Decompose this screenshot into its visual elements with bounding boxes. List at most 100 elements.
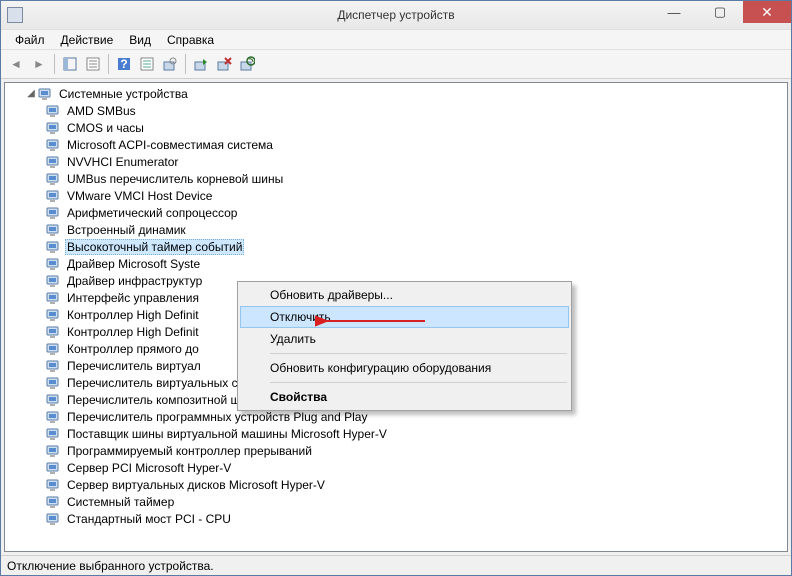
context-menu: Обновить драйверы...ОтключитьУдалить Обно… (237, 281, 572, 411)
tree-icon (62, 56, 78, 72)
status-text: Отключение выбранного устройства. (7, 559, 214, 573)
tree-device-row[interactable]: NVVHCI Enumerator (25, 153, 787, 170)
device-icon (46, 342, 62, 356)
tree-label: Драйвер Microsoft Syste (65, 257, 202, 271)
uninstall-button[interactable] (236, 53, 258, 75)
tree-label: Контроллер High Definit (65, 308, 201, 322)
device-icon (46, 325, 62, 339)
menu-action[interactable]: Действие (53, 31, 122, 49)
tree-label: Поставщик шины виртуальной машины Micros… (65, 427, 389, 441)
tree-category-row[interactable]: ◢Системные устройства (25, 85, 787, 102)
device-icon (46, 138, 62, 152)
device-icon (46, 240, 62, 254)
tree-device-row[interactable]: Драйвер Microsoft Syste (25, 255, 787, 272)
tree-label: CMOS и часы (65, 121, 146, 135)
context-menu-separator (270, 382, 567, 383)
device-icon (46, 393, 62, 407)
close-button[interactable]: ✕ (743, 1, 791, 23)
device-icon (46, 410, 62, 424)
tree-device-row[interactable]: VMware VMCI Host Device (25, 187, 787, 204)
context-menu-item[interactable]: Отключить (240, 306, 569, 328)
device-icon (46, 155, 62, 169)
tree-device-row[interactable]: Поставщик шины виртуальной машины Micros… (25, 425, 787, 442)
uninstall-icon (239, 56, 255, 72)
statusbar: Отключение выбранного устройства. (1, 555, 791, 575)
menu-file[interactable]: Файл (7, 31, 53, 49)
titlebar: Диспетчер устройств — ▢ ✕ (1, 1, 791, 29)
nav-back-button[interactable]: ◄ (5, 53, 27, 75)
device-icon (46, 444, 62, 458)
maximize-button[interactable]: ▢ (697, 1, 743, 23)
toolbar-separator (54, 54, 55, 74)
tree-device-row[interactable]: Системный таймер (25, 493, 787, 510)
tree-device-row[interactable]: Сервер виртуальных дисков Microsoft Hype… (25, 476, 787, 493)
scan-icon (162, 56, 178, 72)
device-icon (46, 359, 62, 373)
tree-label: Программируемый контроллер прерываний (65, 444, 314, 458)
context-menu-separator (270, 353, 567, 354)
tree-label: Интерфейс управления (65, 291, 201, 305)
tree-label: Перечислитель программных устройств Plug… (65, 410, 369, 424)
arrow-left-icon: ◄ (10, 57, 22, 71)
minimize-button[interactable]: — (651, 1, 697, 23)
tree-label: Системный таймер (65, 495, 176, 509)
content-area: ◢Системные устройстваAMD SMBus CMOS и час… (4, 82, 788, 552)
tree-device-row[interactable]: Программируемый контроллер прерываний (25, 442, 787, 459)
menu-view[interactable]: Вид (121, 31, 159, 49)
device-icon (46, 257, 62, 271)
toolbar-separator (108, 54, 109, 74)
tree-device-row[interactable]: CMOS и часы (25, 119, 787, 136)
properties-button[interactable] (82, 53, 104, 75)
tree-device-row[interactable]: Арифметический сопроцессор (25, 204, 787, 221)
enable-icon (193, 56, 209, 72)
enable-button[interactable] (190, 53, 212, 75)
context-menu-item[interactable]: Обновить драйверы... (240, 284, 569, 306)
help-button[interactable]: ? (113, 53, 135, 75)
menubar: Файл Действие Вид Справка (1, 29, 791, 49)
tree-label: Стандартный мост PCI - CPU (65, 512, 233, 526)
tree-label: Перечислитель композитной шины (65, 393, 264, 407)
tree-label: Контроллер High Definit (65, 325, 201, 339)
tree-device-row[interactable]: Microsoft ACPI-совместимая система (25, 136, 787, 153)
tree-label: Арифметический сопроцессор (65, 206, 239, 220)
scan-button[interactable] (159, 53, 181, 75)
menu-help[interactable]: Справка (159, 31, 222, 49)
device-icon (46, 376, 62, 390)
tree-device-row[interactable]: UMBus перечислитель корневой шины (25, 170, 787, 187)
toolbar: ◄ ► ? (1, 49, 791, 79)
context-menu-item[interactable]: Свойства (240, 386, 569, 408)
device-icon (46, 274, 62, 288)
window-controls: — ▢ ✕ (651, 1, 791, 23)
show-hide-tree-button[interactable] (59, 53, 81, 75)
action-button[interactable] (136, 53, 158, 75)
disable-button[interactable] (213, 53, 235, 75)
nav-forward-button[interactable]: ► (28, 53, 50, 75)
context-menu-item[interactable]: Обновить конфигурацию оборудования (240, 357, 569, 379)
collapse-icon[interactable]: ◢ (25, 88, 37, 99)
tree-label: Высокоточный таймер событий (65, 239, 244, 255)
device-icon (46, 223, 62, 237)
device-icon (46, 104, 62, 118)
tree-device-row[interactable]: AMD SMBus (25, 102, 787, 119)
tree-device-row[interactable]: Стандартный мост PCI - CPU (25, 510, 787, 527)
device-icon (46, 512, 62, 526)
device-icon (46, 495, 62, 509)
device-icon (46, 461, 62, 475)
tree-label: VMware VMCI Host Device (65, 189, 214, 203)
computer-icon (38, 87, 54, 101)
context-menu-item[interactable]: Удалить (240, 328, 569, 350)
tree-label: Перечислитель виртуал (65, 359, 203, 373)
list-icon (139, 56, 155, 72)
tree-device-row[interactable]: Сервер PCI Microsoft Hyper-V (25, 459, 787, 476)
tree-label: Сервер PCI Microsoft Hyper-V (65, 461, 233, 475)
toolbar-separator (185, 54, 186, 74)
tree-label: NVVHCI Enumerator (65, 155, 180, 169)
arrow-right-icon: ► (33, 57, 45, 71)
tree-device-row[interactable]: Высокоточный таймер событий (25, 238, 787, 255)
device-icon (46, 478, 62, 492)
properties-icon (85, 56, 101, 72)
tree-device-row[interactable]: Встроенный динамик (25, 221, 787, 238)
tree-label: UMBus перечислитель корневой шины (65, 172, 285, 186)
disable-icon (216, 56, 232, 72)
tree-label: Сервер виртуальных дисков Microsoft Hype… (65, 478, 327, 492)
